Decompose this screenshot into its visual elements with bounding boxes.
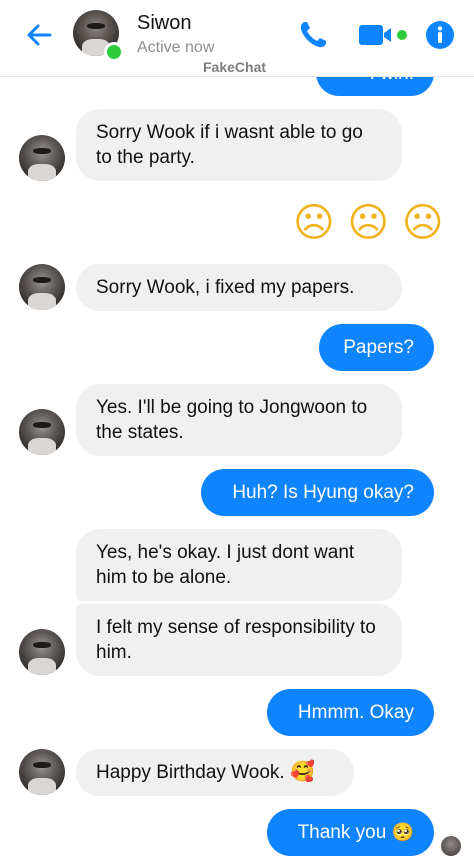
back-arrow-icon[interactable] [22, 18, 56, 52]
message-outgoing[interactable]: Huh? Is Hyung okay? [201, 469, 434, 516]
message-outgoing[interactable]: Thank you 🥺 [267, 809, 434, 856]
active-status: Active now [137, 39, 215, 56]
watermark-brand: FakeChat [203, 59, 267, 75]
message-incoming[interactable]: Happy Birthday Wook. 🥰 [76, 749, 354, 796]
sender-avatar[interactable] [19, 264, 65, 310]
message-incoming[interactable]: Yes, he's okay. I just dont want him to … [76, 529, 402, 601]
sad-face-emoji-row[interactable]: ☹ ☹ ☹ [293, 200, 444, 246]
info-icon[interactable] [425, 20, 455, 50]
chat-header: Siwon Active now FakeChat [0, 0, 474, 77]
contact-name[interactable]: Siwon [137, 12, 191, 35]
sender-avatar[interactable] [19, 629, 65, 675]
message-incoming[interactable]: Yes. I'll be going to Jongwoon to the st… [76, 384, 402, 456]
message-outgoing[interactable]: Papers? [319, 324, 434, 371]
pleading-face-emoji: 🥺 [391, 822, 414, 842]
sender-avatar[interactable] [19, 749, 65, 795]
message-incoming[interactable]: I felt my sense of responsibility to him… [76, 604, 402, 676]
message-incoming[interactable]: Sorry Wook if i wasnt able to go to the … [76, 109, 402, 181]
sender-avatar[interactable] [19, 135, 65, 181]
online-indicator [104, 42, 124, 62]
sender-avatar[interactable] [19, 409, 65, 455]
phone-icon[interactable] [296, 18, 330, 52]
smiling-hearts-emoji: 🥰 [289, 761, 315, 783]
message-outgoing[interactable]: Hmmm. Okay [267, 689, 434, 736]
read-receipt-avatar [441, 836, 461, 856]
message-incoming[interactable]: Sorry Wook, i fixed my papers. [76, 264, 402, 311]
video-camera-icon[interactable] [357, 22, 411, 48]
